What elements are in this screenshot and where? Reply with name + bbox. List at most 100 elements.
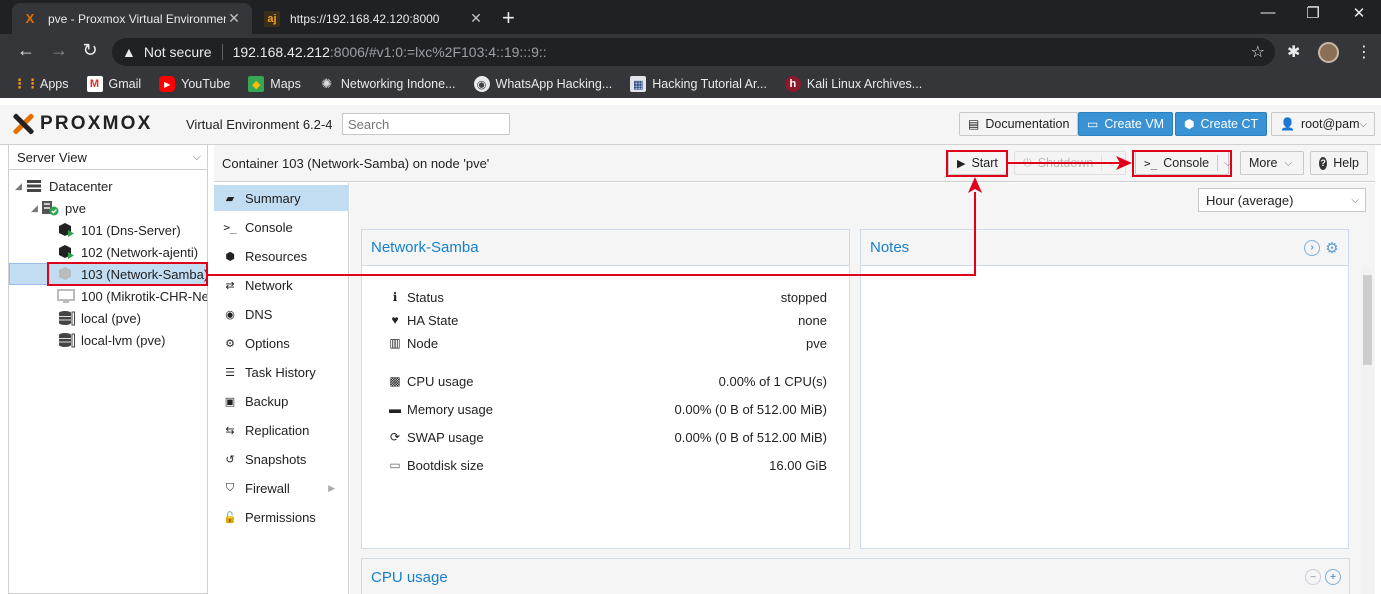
row-value: 16.00 GiB xyxy=(769,457,827,473)
user-menu-button[interactable]: 👤 root@pam ⌵ xyxy=(1271,112,1375,136)
submenu-label: Permissions xyxy=(245,509,316,525)
vertical-scrollbar[interactable] xyxy=(1361,267,1374,594)
bookmark-maps[interactable]: ◆ Maps xyxy=(248,76,301,92)
proxmox-favicon-icon: X xyxy=(25,11,35,26)
back-arrow-icon[interactable]: ← xyxy=(15,40,37,61)
view-label: Server View xyxy=(17,149,87,165)
submenu-permissions[interactable]: 🔓 Permissions xyxy=(214,504,349,530)
bookmark-label: YouTube xyxy=(181,77,231,91)
browser-tabstrip: X pve - Proxmox Virtual Environment ✕ aj… xyxy=(0,0,1381,34)
row-label: SWAP usage xyxy=(407,429,484,445)
close-tab-icon[interactable]: ✕ xyxy=(226,10,242,27)
submenu-backup[interactable]: ▣ Backup xyxy=(214,388,349,414)
more-button[interactable]: More ⌵ xyxy=(1240,151,1304,175)
create-vm-label: Create VM xyxy=(1104,117,1165,131)
tree-node-pve[interactable]: ◢ pve xyxy=(9,197,207,219)
close-tab-icon[interactable]: ✕ xyxy=(468,10,484,27)
row-value: none xyxy=(798,312,827,328)
reload-icon[interactable]: ↻ xyxy=(79,40,101,61)
submenu-dns[interactable]: ◉ DNS xyxy=(214,301,349,327)
row-value: pve xyxy=(806,335,827,351)
submenu-options[interactable]: ⚙ Options xyxy=(214,330,349,356)
building-icon: ▥ xyxy=(389,336,401,350)
search-input[interactable] xyxy=(342,113,510,135)
timeframe-select[interactable]: Hour (average) ⌵ xyxy=(1198,188,1366,212)
browser-tab-pve[interactable]: X pve - Proxmox Virtual Environment ✕ xyxy=(12,3,252,34)
row-value: 0.00% of 1 CPU(s) xyxy=(718,373,827,389)
bookmark-gmail[interactable]: M Gmail xyxy=(86,76,141,92)
forward-arrow-icon[interactable]: → xyxy=(48,40,70,61)
annotation-arrow-up xyxy=(968,177,982,193)
tree-node-label: Datacenter xyxy=(49,178,113,194)
submenu-console[interactable]: >_ Console xyxy=(214,214,349,240)
heartbeat-icon: ♥ xyxy=(391,313,399,327)
maximize-window-button[interactable]: ❐ xyxy=(1303,4,1323,22)
submenu-snapshots[interactable]: ↺ Snapshots xyxy=(214,446,349,472)
tree-node-101[interactable]: 101 (Dns-Server) xyxy=(9,219,207,241)
browser-menu-icon[interactable]: ⋮ xyxy=(1356,42,1372,62)
row-value: 0.00% (0 B of 512.00 MiB) xyxy=(674,429,827,445)
globe-icon: ◉ xyxy=(225,308,235,321)
shield-icon: ⛉ xyxy=(225,481,235,494)
chevron-down-icon: ⌵ xyxy=(1284,157,1293,169)
container-running-icon xyxy=(57,244,75,260)
bookmarks-bar: ⋮⋮ Apps M Gmail ▶ YouTube ◆ Maps ✺ Networking… xyxy=(0,70,1381,98)
submenu-replication[interactable]: ⇆ Replication xyxy=(214,417,349,443)
bookmark-kali[interactable]: h Kali Linux Archives... xyxy=(784,76,922,92)
vm-icon xyxy=(57,288,75,304)
notes-panel-title: Notes xyxy=(870,239,910,256)
bookmark-apps[interactable]: ⋮⋮ Apps xyxy=(13,76,69,92)
create-ct-button[interactable]: ⬢ Create CT xyxy=(1175,112,1268,136)
bookmark-hacking-tutorial[interactable]: ▦ Hacking Tutorial Ar... xyxy=(630,76,767,92)
security-label[interactable]: Not secure xyxy=(144,44,212,60)
chevron-down-icon: ⌵ xyxy=(1351,194,1359,206)
scrollbar-thumb[interactable] xyxy=(1363,275,1372,365)
row-label: Status xyxy=(407,289,444,305)
submenu-summary[interactable]: ▰ Summary xyxy=(214,185,349,211)
zoom-reset-icon[interactable]: − xyxy=(1305,569,1321,585)
tree-node-local[interactable]: local (pve) xyxy=(9,307,207,329)
youtube-icon: ▶ xyxy=(159,76,176,92)
create-vm-button[interactable]: ▭ Create VM xyxy=(1078,112,1174,136)
tree-node-100[interactable]: 100 (Mikrotik-CHR-Network) xyxy=(9,285,207,307)
gear-icon[interactable]: ⚙ xyxy=(1324,240,1340,257)
extensions-puzzle-icon[interactable]: ✱ xyxy=(1287,42,1300,62)
submenu-task-history[interactable]: ☰ Task History xyxy=(214,359,349,385)
submenu-label: Summary xyxy=(245,190,301,206)
browser-tab-title: pve - Proxmox Virtual Environment xyxy=(48,11,226,26)
submenu-label: Console xyxy=(245,219,293,235)
tree-node-local-lvm[interactable]: local-lvm (pve) xyxy=(9,329,207,351)
browser-tab-ajenti[interactable]: aj https://192.168.42.120:8000 ✕ xyxy=(254,3,494,34)
question-circle-icon: ? xyxy=(1319,156,1328,170)
documentation-button[interactable]: ▤ Documentation xyxy=(959,112,1079,136)
submenu-firewall[interactable]: ⛉ Firewall ▶ xyxy=(214,475,349,501)
submenu-resources[interactable]: ⬢ Resources xyxy=(214,243,349,269)
bookmark-whatsapp[interactable]: ◉ WhatsApp Hacking... xyxy=(473,76,612,92)
new-tab-button[interactable]: + xyxy=(502,5,515,31)
cpu-panel-header: CPU usage − + xyxy=(362,559,1349,594)
address-bar[interactable]: ▲ Not secure 192.168.42.212 :8006/#v1:0:… xyxy=(112,38,1275,66)
exchange-icon: ⇄ xyxy=(225,279,235,292)
help-button[interactable]: ? Help xyxy=(1310,151,1368,175)
collapse-triangle-icon: ◢ xyxy=(31,202,38,213)
gear-icon: ⚙ xyxy=(225,337,235,350)
profile-avatar[interactable] xyxy=(1318,42,1339,63)
tree-node-label: pve xyxy=(65,200,86,216)
bookmark-star-icon[interactable]: ☆ xyxy=(1251,42,1265,62)
view-selector[interactable]: Server View ⌵ xyxy=(9,145,207,170)
bookmark-youtube[interactable]: ▶ YouTube xyxy=(159,76,230,92)
bookmark-label: Hacking Tutorial Ar... xyxy=(652,77,767,91)
browser-tab-title: https://192.168.42.120:8000 xyxy=(290,11,440,26)
proxmox-logo[interactable]: PROXMOX xyxy=(10,113,153,135)
zoom-icon[interactable]: + xyxy=(1325,569,1341,585)
edit-notes-chevron-icon[interactable]: › xyxy=(1304,239,1320,256)
minimize-window-button[interactable]: — xyxy=(1258,4,1278,21)
tree-node-datacenter[interactable]: ◢ Datacenter xyxy=(9,175,207,197)
chevron-down-icon: ⌵ xyxy=(1359,118,1368,130)
bookmark-networking[interactable]: ✺ Networking Indone... xyxy=(319,76,455,92)
close-window-button[interactable]: ✕ xyxy=(1349,4,1369,22)
create-ct-label: Create CT xyxy=(1200,117,1259,131)
tree-node-102[interactable]: 102 (Network-ajenti) xyxy=(9,241,207,263)
status-row: ▥ Node pve xyxy=(387,333,827,353)
annotation-box-start xyxy=(946,150,1008,177)
